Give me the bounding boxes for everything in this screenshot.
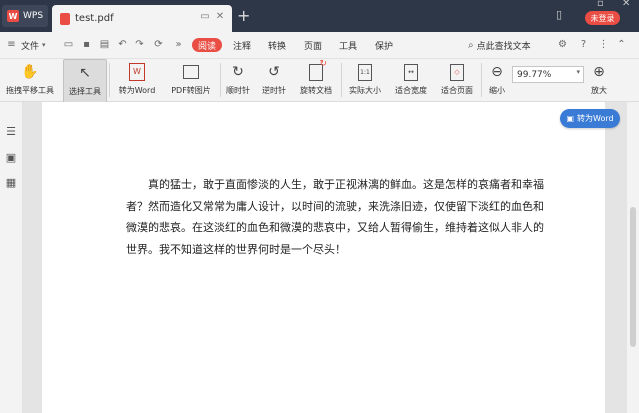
scrollbar-thumb[interactable] bbox=[630, 207, 636, 347]
redo-icon[interactable]: ↷ bbox=[134, 39, 145, 50]
zoom-level-select[interactable]: 99.77% ▾ bbox=[512, 66, 584, 83]
tab-page[interactable]: 页面 bbox=[304, 32, 322, 58]
pdf-page: 真的猛士，敢于直面惨淡的人生，敢于正视淋漓的鲜血。这是怎样的哀痛者和幸福者？然而… bbox=[42, 102, 605, 413]
tool-zoom-in[interactable]: ⊕ 放大 bbox=[587, 59, 611, 101]
chevron-down-icon: ▾ bbox=[42, 41, 46, 49]
rotate-ccw-icon: ↺ bbox=[268, 64, 280, 80]
save-icon[interactable]: ▪ bbox=[81, 39, 92, 50]
document-paragraph: 真的猛士，敢于直面惨淡的人生，敢于正视淋漓的鲜血。这是怎样的哀痛者和幸福者？然而… bbox=[126, 178, 544, 256]
wps-logo-icon: W bbox=[7, 10, 19, 22]
ribbon-toolbar: ✋ 拖拽平移工具 ↖ 选择工具 W 转为Word PDF转图片 ↻ 顺时针 ↺ … bbox=[0, 59, 639, 103]
help-icon[interactable]: ? bbox=[578, 39, 589, 50]
toolbar-divider bbox=[220, 63, 221, 97]
tool-label: 旋转文档 bbox=[300, 86, 332, 95]
tab-read[interactable]: 阅读 bbox=[192, 38, 222, 52]
tool-actual-size[interactable]: 1:1 实际大小 bbox=[346, 59, 384, 101]
tool-select[interactable]: ↖ 选择工具 bbox=[63, 59, 107, 103]
rotate-cw-icon: ↻ bbox=[232, 64, 244, 80]
more-icon[interactable]: » bbox=[173, 39, 184, 50]
window-close-icon[interactable]: ✕ bbox=[622, 0, 630, 9]
print-icon[interactable]: ▤ bbox=[99, 39, 110, 50]
title-bar: W WPS test.pdf ▭ ✕ + ▯ 未登录 ▫ ✕ bbox=[0, 0, 639, 32]
window-restore-icon[interactable]: ▫ bbox=[597, 0, 604, 9]
app-tab-wps[interactable]: W WPS bbox=[2, 5, 48, 27]
left-sidebar: ☰ ▣ ▦ bbox=[0, 102, 23, 413]
settings-gear-icon[interactable]: ⚙ bbox=[557, 39, 568, 50]
menu-file[interactable]: 文件 ▾ bbox=[21, 32, 46, 58]
tab-tools[interactable]: 工具 bbox=[339, 32, 357, 58]
convert-to-word-float-button[interactable]: ▣ 转为Word bbox=[560, 109, 620, 128]
tool-hand-pan[interactable]: ✋ 拖拽平移工具 bbox=[3, 59, 57, 101]
toolbar-divider bbox=[109, 63, 110, 97]
tab-close-icon[interactable]: ✕ bbox=[215, 12, 225, 22]
zoom-level-value: 99.77% bbox=[517, 69, 552, 80]
tool-label: 逆时针 bbox=[262, 86, 286, 95]
fit-width-icon: ↔ bbox=[401, 62, 421, 82]
search-label: 点此查找文本 bbox=[476, 41, 531, 52]
tool-fit-page[interactable]: ◇ 适合页面 bbox=[438, 59, 476, 101]
app-tab-label: WPS bbox=[23, 11, 44, 21]
tool-zoom-out[interactable]: ⊖ 缩小 bbox=[485, 59, 509, 101]
document-tab-label: test.pdf bbox=[75, 13, 114, 24]
undo-icon[interactable]: ↶ bbox=[117, 39, 128, 50]
tool-label: 缩小 bbox=[489, 86, 505, 95]
word-convert-icon: W bbox=[127, 62, 147, 82]
pdf-file-icon bbox=[60, 12, 70, 25]
tool-fit-width[interactable]: ↔ 适合宽度 bbox=[392, 59, 430, 101]
tool-label: 转为Word bbox=[118, 86, 156, 95]
tool-label: 放大 bbox=[591, 86, 607, 95]
image-convert-icon bbox=[181, 62, 201, 82]
tool-label: PDF转图片 bbox=[171, 86, 211, 95]
collapse-ribbon-icon[interactable]: ⌃ bbox=[616, 39, 627, 50]
refresh-icon[interactable]: ⟳ bbox=[153, 39, 164, 50]
tool-label: 实际大小 bbox=[349, 86, 381, 95]
cursor-icon: ↖ bbox=[79, 65, 91, 81]
menu-file-label: 文件 bbox=[21, 41, 40, 52]
zoom-out-icon: ⊖ bbox=[491, 64, 503, 80]
tool-rotate-document[interactable]: ↻ 旋转文档 bbox=[297, 59, 335, 101]
document-tab[interactable]: test.pdf ▭ ✕ bbox=[52, 5, 232, 32]
open-folder-icon[interactable]: ▭ bbox=[63, 39, 74, 50]
chevron-down-icon: ▾ bbox=[576, 68, 580, 76]
fit-page-icon: ◇ bbox=[447, 62, 467, 82]
tool-pdf-to-image[interactable]: PDF转图片 bbox=[166, 59, 216, 101]
zoom-in-icon: ⊕ bbox=[593, 64, 605, 80]
tool-label: 顺时针 bbox=[226, 86, 250, 95]
tool-rotate-clockwise[interactable]: ↻ 顺时针 bbox=[223, 59, 253, 101]
toolbar-divider bbox=[481, 63, 482, 97]
window-mode-icon[interactable]: ▯ bbox=[556, 8, 562, 21]
menu-bar: ≡ 文件 ▾ ▭ ▪ ▤ ↶ ↷ ⟳ » 阅读 注释 转换 页面 工具 保护 ⌕… bbox=[0, 32, 639, 59]
thumbnail-image-icon[interactable]: ▣ bbox=[5, 152, 17, 164]
rotate-doc-icon: ↻ bbox=[306, 59, 327, 82]
hamburger-menu-icon[interactable]: ≡ bbox=[6, 39, 17, 50]
tab-annotate[interactable]: 注释 bbox=[233, 32, 251, 58]
annotation-list-icon[interactable]: ▦ bbox=[5, 177, 17, 189]
tool-label: 适合页面 bbox=[441, 86, 473, 95]
word-icon: ▣ bbox=[566, 114, 574, 123]
more-options-icon[interactable]: ⋮ bbox=[598, 39, 609, 50]
toolbar-divider bbox=[341, 63, 342, 97]
actual-size-icon: 1:1 bbox=[355, 62, 375, 82]
tool-label: 选择工具 bbox=[69, 87, 101, 96]
tool-label: 适合宽度 bbox=[395, 86, 427, 95]
tool-rotate-counterclockwise[interactable]: ↺ 逆时针 bbox=[259, 59, 289, 101]
convert-to-word-label: 转为Word bbox=[577, 114, 614, 123]
login-button[interactable]: 未登录 bbox=[585, 11, 620, 25]
tab-convert[interactable]: 转换 bbox=[268, 32, 286, 58]
vertical-scrollbar[interactable] bbox=[627, 102, 639, 413]
tab-window-icon[interactable]: ▭ bbox=[200, 12, 210, 22]
search-icon: ⌕ bbox=[468, 39, 474, 51]
tab-protect[interactable]: 保护 bbox=[375, 32, 393, 58]
search-text-button[interactable]: ⌕ 点此查找文本 bbox=[468, 32, 531, 58]
outline-icon[interactable]: ☰ bbox=[5, 126, 17, 138]
new-tab-button[interactable]: + bbox=[237, 8, 250, 24]
tool-label: 拖拽平移工具 bbox=[6, 86, 54, 95]
hand-icon: ✋ bbox=[21, 64, 39, 80]
tool-convert-word[interactable]: W 转为Word bbox=[114, 59, 160, 101]
